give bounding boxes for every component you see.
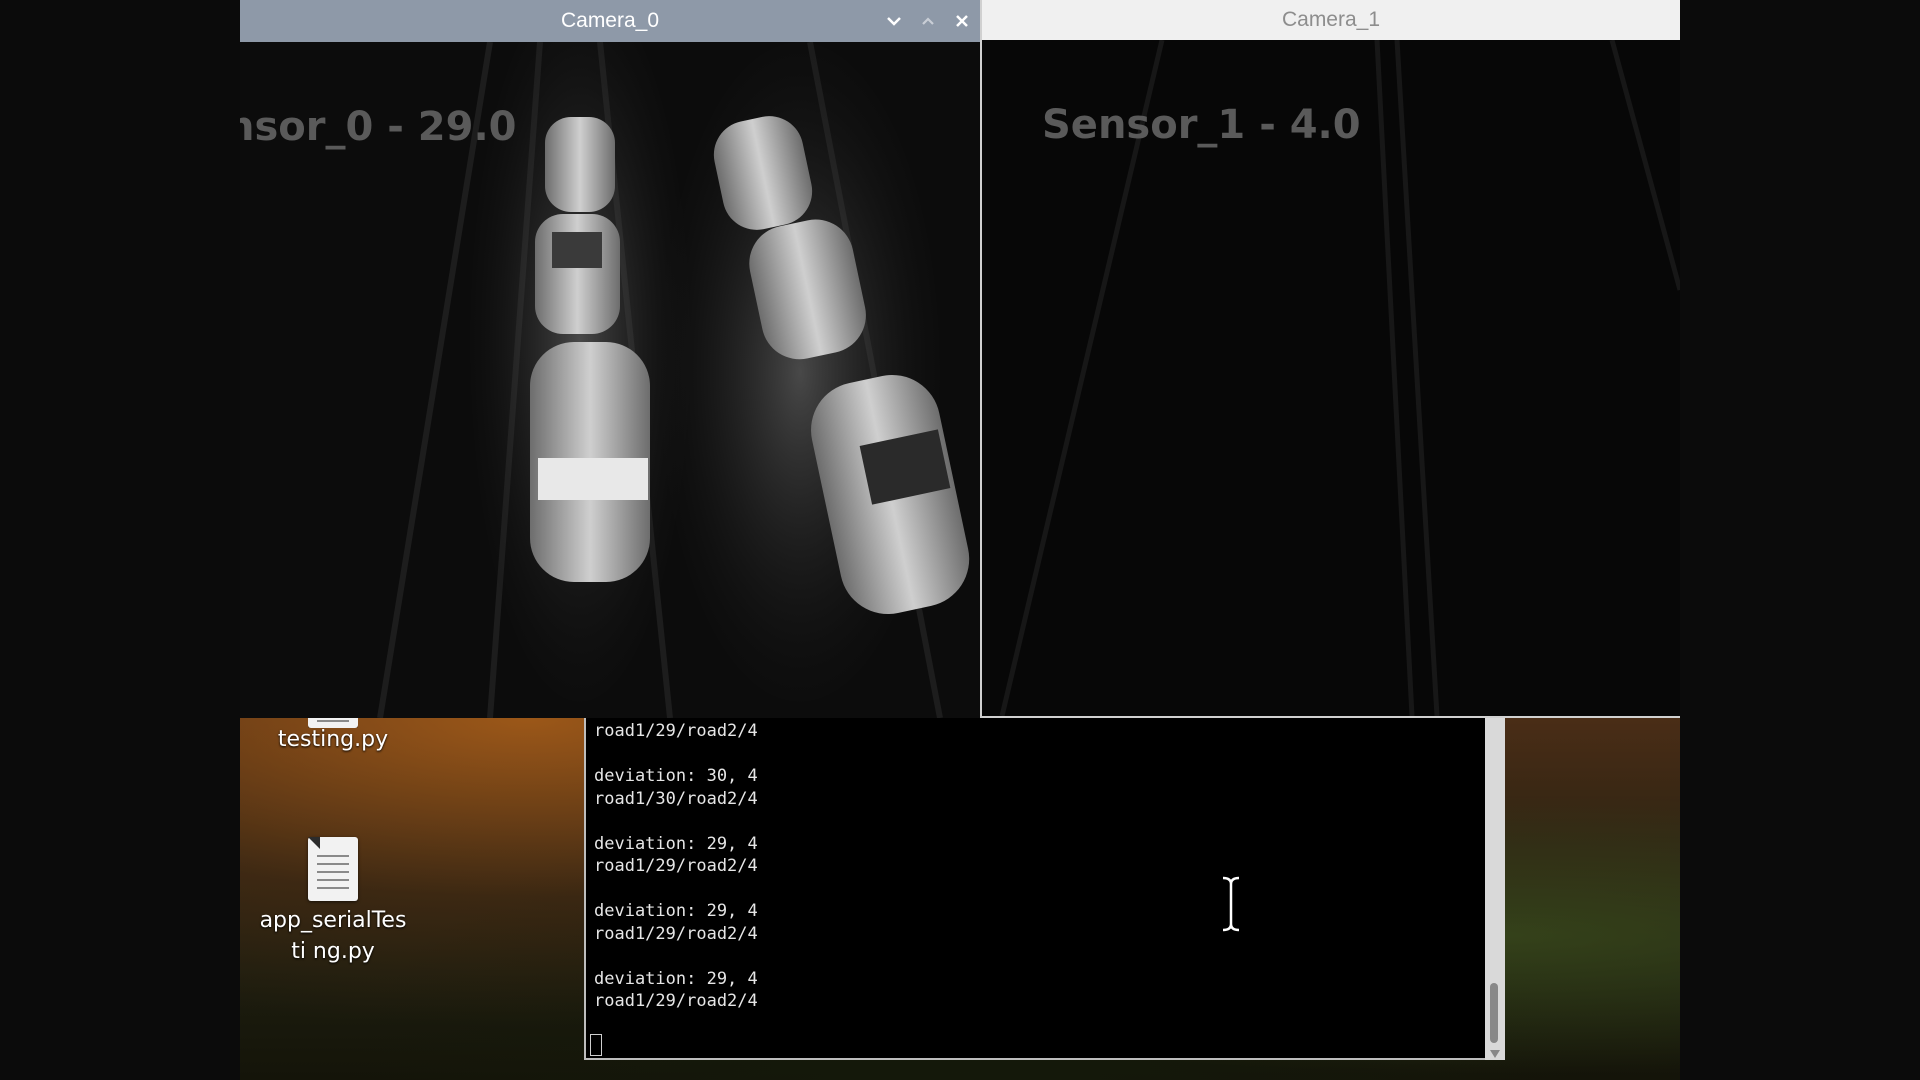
sensor-0-overlay: nsor_0 - 29.0 <box>240 104 517 150</box>
maximize-button[interactable] <box>918 11 938 31</box>
terminal-cursor <box>590 1034 602 1056</box>
minimize-button[interactable] <box>884 11 904 31</box>
chevron-up-icon <box>922 17 934 25</box>
close-button[interactable] <box>952 11 972 31</box>
desktop-file-app-serial-testing[interactable]: app_serialTesti ng.py <box>258 837 408 967</box>
camera-0-window[interactable]: Camera_0 nsor_0 - 29.0 <box>240 0 982 718</box>
close-icon <box>956 15 968 27</box>
camera-0-feed: nsor_0 - 29.0 <box>240 0 980 718</box>
window-title: Camera_1 <box>1281 8 1381 31</box>
sensor-1-overlay: Sensor_1 - 4.0 <box>1042 102 1361 148</box>
camera-1-feed: Sensor_1 - 4.0 <box>982 39 1680 716</box>
chevron-down-icon <box>887 17 901 26</box>
desktop-file-label: testing.py <box>277 727 389 752</box>
screen: testing.py app_serialTesti ng.py road1/2… <box>240 0 1680 1080</box>
camera-1-window[interactable]: Camera_1 Sensor_1 - 4.0 <box>982 0 1680 718</box>
terminal-scrollbar[interactable] <box>1485 718 1505 1060</box>
camera-0-titlebar[interactable]: Camera_0 <box>240 0 980 42</box>
desktop-file-label: app_serialTesti ng.py <box>259 908 407 964</box>
terminal-window[interactable]: road1/29/road2/4 deviation: 30, 4 road1/… <box>584 718 1486 1060</box>
scroll-down-arrow-icon[interactable] <box>1490 1050 1500 1058</box>
camera-1-titlebar[interactable]: Camera_1 <box>982 0 1680 40</box>
terminal-output: road1/29/road2/4 deviation: 30, 4 road1/… <box>594 721 758 1011</box>
document-icon <box>308 837 358 901</box>
text-cursor-icon <box>1222 875 1240 933</box>
window-title: Camera_0 <box>560 9 660 32</box>
scrollbar-thumb[interactable] <box>1490 983 1498 1043</box>
